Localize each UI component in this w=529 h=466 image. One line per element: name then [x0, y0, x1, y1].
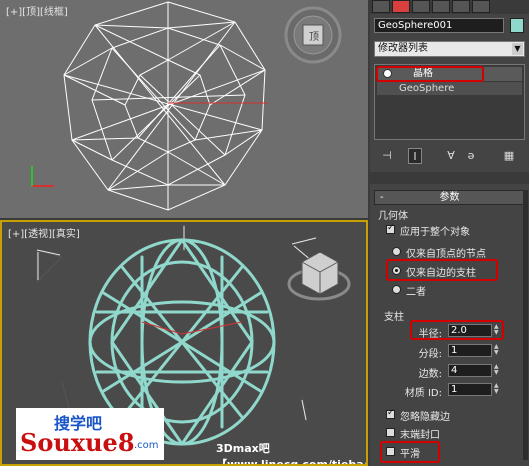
remove-modifier-icon[interactable]: ə	[464, 148, 478, 164]
end-caps-label: 末端封口	[400, 430, 440, 441]
show-end-result-icon[interactable]: I	[408, 148, 422, 164]
stack-item-geosphere[interactable]: GeoSphere	[377, 82, 522, 95]
parameters-rollout-header[interactable]: - 参数	[374, 190, 525, 205]
panel-scrollbar[interactable]	[523, 190, 528, 460]
geometry-group-title: 几何体	[378, 211, 408, 222]
watermark-site-suffix: .com	[134, 440, 159, 451]
material-id-label: 材质 ID:	[404, 388, 442, 399]
create-tab-icon[interactable]	[372, 0, 390, 13]
apply-whole-object-label: 应用于整个对象	[400, 227, 470, 238]
svg-text:顶: 顶	[309, 31, 319, 43]
utilities-tab-icon[interactable]	[472, 0, 490, 13]
highlight-smooth	[380, 441, 440, 463]
ignore-hidden-edges-label: 忽略隐藏边	[400, 412, 450, 423]
pin-stack-icon[interactable]: ⊣	[380, 148, 394, 164]
perspective-viewport-label[interactable]: [+][透视][真实]	[8, 225, 80, 240]
credit-watermark: 3Dmax吧【www.linecg.com/tieba/1771】	[216, 442, 368, 466]
stack-toolbar: ⊣ I ∀ ə ▦	[374, 146, 525, 166]
struts-group-title: 支柱	[384, 312, 404, 323]
sides-label: 边数:	[418, 369, 442, 380]
segments-field[interactable]: 1	[448, 344, 492, 357]
segments-spinner-icon[interactable]: ▲ ▼	[494, 344, 500, 357]
make-unique-icon[interactable]: ∀	[444, 148, 458, 164]
segments-label: 分段:	[418, 349, 442, 360]
nodes-only-label: 仅来自顶点的节点	[406, 249, 486, 260]
top-viewport-label[interactable]: [+][顶][线框]	[6, 3, 68, 18]
modify-tab-icon[interactable]	[392, 0, 410, 13]
rollout-title: 参数	[439, 192, 460, 203]
command-panel-tabs	[370, 0, 529, 14]
modifier-list-label: 修改器列表	[378, 43, 428, 54]
highlight-struts-option	[386, 259, 498, 281]
hierarchy-tab-icon[interactable]	[412, 0, 430, 13]
nodes-only-radio[interactable]	[392, 247, 401, 256]
both-label: 二者	[406, 287, 426, 298]
chevron-down-icon[interactable]: ▼	[512, 43, 523, 55]
motion-tab-icon[interactable]	[432, 0, 450, 13]
geosphere-wireframe-top: 顶	[31, 1, 342, 211]
highlight-modifier	[376, 66, 484, 82]
souxue8-watermark: 搜学吧 Souxue8 .com	[16, 408, 164, 460]
perspective-viewport[interactable]: [+][透视][真实] 搜学吧 Souxue8 .com 3Dmax吧【www.…	[0, 220, 368, 466]
sides-field[interactable]: 4	[448, 364, 492, 377]
object-color-swatch[interactable]	[510, 18, 524, 33]
object-name-field[interactable]: GeoSphere001	[374, 18, 504, 33]
sides-spinner-icon[interactable]: ▲ ▼	[494, 364, 500, 377]
command-panel: GeoSphere001 修改器列表 ▼ 晶格 GeoSphere ⊣ I ∀ …	[370, 0, 529, 466]
end-caps-checkbox[interactable]	[386, 428, 395, 437]
highlight-radius	[410, 320, 504, 340]
collapse-icon[interactable]: -	[380, 191, 384, 204]
modifier-list-dropdown[interactable]: 修改器列表 ▼	[374, 41, 525, 57]
top-viewport[interactable]: 顶 [+][顶][线框]	[0, 0, 368, 218]
both-radio[interactable]	[392, 285, 401, 294]
configure-modifier-sets-icon[interactable]: ▦	[502, 148, 516, 164]
material-id-spinner-icon[interactable]: ▲ ▼	[494, 383, 500, 396]
panel-divider	[370, 172, 529, 184]
watermark-site-en: Souxue8	[20, 428, 135, 457]
material-id-field[interactable]: 1	[448, 383, 492, 396]
ignore-hidden-edges-checkbox[interactable]	[386, 408, 395, 419]
display-tab-icon[interactable]	[452, 0, 470, 13]
apply-whole-object-checkbox[interactable]	[386, 223, 395, 234]
